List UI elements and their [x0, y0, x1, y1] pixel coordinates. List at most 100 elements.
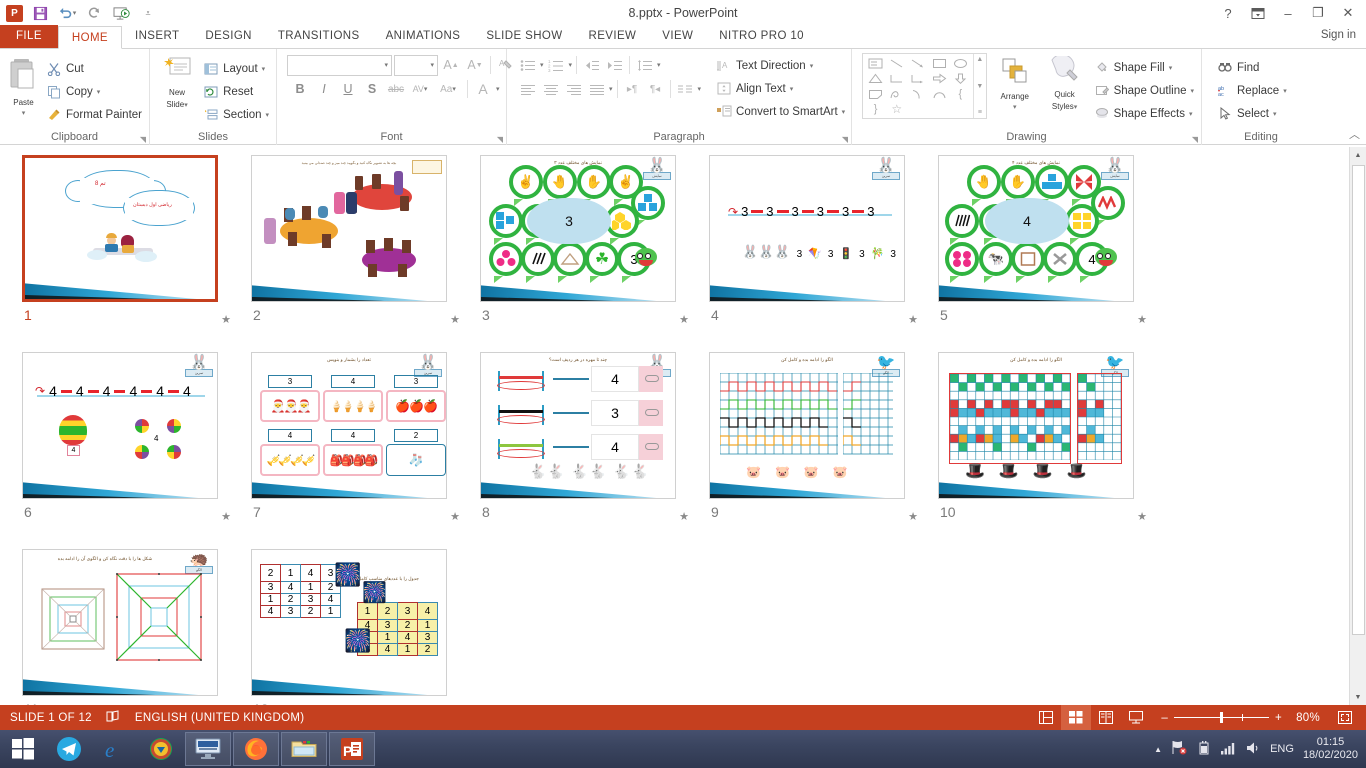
cut-button[interactable]: Cut	[43, 57, 145, 80]
decrease-indent-button[interactable]	[581, 55, 602, 76]
slide-show-button[interactable]	[1121, 705, 1151, 730]
italic-button[interactable]: I	[313, 78, 335, 100]
normal-view-button[interactable]	[1031, 705, 1061, 730]
shape-right-brace-icon[interactable]: }	[865, 102, 886, 116]
telegram-icon[interactable]	[46, 730, 92, 768]
restore-button[interactable]: ❐	[1304, 2, 1332, 24]
format-painter-button[interactable]: Format Painter	[43, 103, 145, 126]
change-case-button[interactable]: Aa▾	[433, 78, 463, 100]
align-right-button[interactable]	[563, 79, 584, 100]
decrease-font-size-button[interactable]: A▼	[464, 54, 486, 76]
onscreen-keyboard-icon[interactable]	[185, 732, 231, 766]
slide-canvas-1[interactable]: تم 8 ریاضی اول دبستان	[22, 155, 218, 302]
slide-thumbnail-10[interactable]: الگو را ادامه بده و کامل کن 🐦الگو	[938, 352, 1167, 549]
powerpoint-icon[interactable]: P	[329, 732, 375, 766]
slide-sorter-pane[interactable]: تم 8 ریاضی اول دبستان	[0, 147, 1366, 705]
text-direction-button[interactable]: A Text Direction ▾	[713, 54, 848, 77]
convert-to-smartart-button[interactable]: Convert to SmartArt ▾	[713, 100, 848, 123]
ltr-text-direction-button[interactable]: ▸¶	[622, 79, 643, 100]
zoom-control[interactable]: – + 80%	[1151, 712, 1330, 724]
convert-to-smartart-dropdown-arrow[interactable]: ▾	[842, 108, 846, 116]
shape-scribble-icon[interactable]	[886, 87, 907, 102]
idm-icon[interactable]	[138, 730, 184, 768]
sign-in-link[interactable]: Sign in	[1321, 29, 1356, 41]
columns-button[interactable]	[675, 79, 696, 100]
language-indicator-taskbar[interactable]: ENG	[1270, 743, 1294, 755]
numbering-button[interactable]: 123	[546, 55, 567, 76]
justify-dropdown-arrow[interactable]: ▾	[609, 85, 613, 93]
tab-transitions[interactable]: TRANSITIONS	[265, 25, 373, 48]
arrange-dropdown-arrow[interactable]: ▾	[1013, 103, 1017, 111]
shapes-scroll-up-icon[interactable]: ▲	[976, 56, 983, 63]
slide-animation-star-4[interactable]: ★	[908, 313, 918, 326]
rtl-text-direction-button[interactable]: ¶◂	[645, 79, 666, 100]
shapes-gallery-scroll[interactable]: ▲ ▼ ≡	[973, 54, 986, 118]
font-size-input[interactable]: ▾	[394, 55, 438, 76]
slide-canvas-7[interactable]: تعداد را بشمار و بنویس 🐰تمرین 3 🎅🎅🎅 4 🍦🍦…	[251, 352, 447, 499]
slide-canvas-8[interactable]: چند تا مهره در هر ردیف است؟ 🐰تمرین	[480, 352, 676, 499]
shape-folded-corner-icon[interactable]	[865, 87, 886, 102]
copy-dropdown-arrow[interactable]: ▾	[97, 88, 101, 96]
slide-canvas-11[interactable]: شکل ها را با دقت نگاه کن و الگوی آن را ا…	[22, 549, 218, 696]
select-button[interactable]: Select ▾	[1214, 102, 1290, 125]
shape-rectangle-icon[interactable]	[929, 56, 950, 71]
slide-canvas-10[interactable]: الگو را ادامه بده و کامل کن 🐦الگو	[938, 352, 1134, 499]
tab-home[interactable]: HOME	[58, 26, 122, 49]
slide-thumbnail-1[interactable]: تم 8 ریاضی اول دبستان	[22, 155, 251, 352]
windows-start-button[interactable]	[0, 730, 46, 768]
zoom-slider[interactable]	[1174, 717, 1269, 718]
text-shadow-button[interactable]: S	[361, 78, 383, 100]
increase-indent-button[interactable]	[604, 55, 625, 76]
nested-squares-large-11[interactable]	[115, 572, 203, 665]
slide-animation-star-3[interactable]: ★	[679, 313, 689, 326]
start-slideshow-icon[interactable]	[111, 3, 131, 23]
align-center-button[interactable]	[540, 79, 561, 100]
section-dropdown-arrow[interactable]: ▾	[265, 111, 269, 119]
shape-right-arrow-icon[interactable]	[929, 71, 950, 86]
slide-thumbnail-4[interactable]: 🐰تمرین ↷ 3 3 3 3 3 3	[709, 155, 938, 352]
align-left-button[interactable]	[517, 79, 538, 100]
firefox-icon[interactable]	[233, 732, 279, 766]
slide-animation-star-5[interactable]: ★	[1137, 313, 1147, 326]
section-button[interactable]: Section ▾	[200, 103, 272, 126]
slide-thumbnail-7[interactable]: تعداد را بشمار و بنویس 🐰تمرین 3 🎅🎅🎅 4 🍦🍦…	[251, 352, 480, 549]
scrollbar-thumb[interactable]	[1352, 165, 1365, 635]
new-slide-button[interactable]: New Slide▾	[154, 53, 200, 112]
shape-elbow-arrow-icon[interactable]	[907, 71, 928, 86]
drawing-dialog-launcher[interactable]: ◥	[1192, 135, 1198, 144]
find-button[interactable]: Find	[1214, 56, 1290, 79]
slide-thumbnail-5[interactable]: نمایش های مختلف عدد ۴ 🐰نمایش 🤚 ✋ 🐄	[938, 155, 1167, 352]
character-spacing-button[interactable]: AV▾	[409, 78, 431, 100]
line-spacing-dropdown-arrow[interactable]: ▾	[657, 61, 661, 69]
slide-canvas-3[interactable]: نمایش های مختلف عدد ۳ 🐰نمایش ✌ 🤚 ✋ ✌	[480, 155, 676, 302]
slide-animation-star-6[interactable]: ★	[221, 510, 231, 523]
volume-icon[interactable]	[1245, 741, 1261, 758]
show-hidden-icons-icon[interactable]: ▲	[1154, 745, 1162, 754]
tab-view[interactable]: VIEW	[649, 25, 706, 48]
tab-file[interactable]: FILE	[0, 25, 58, 48]
shape-triangle-icon[interactable]	[865, 71, 886, 86]
bullets-dropdown-arrow[interactable]: ▾	[540, 61, 544, 69]
shape-outline-dropdown-arrow[interactable]: ▾	[1190, 87, 1194, 95]
bold-button[interactable]: B	[289, 78, 311, 100]
shape-left-brace-icon[interactable]: {	[950, 87, 971, 102]
slide-thumbnail-2[interactable]: بچه ها به تصویر نگاه کنید و بگویید چند م…	[251, 155, 480, 352]
shapes-more-icon[interactable]: ≡	[978, 109, 982, 116]
tab-design[interactable]: DESIGN	[192, 25, 265, 48]
tab-nitro-pro-10[interactable]: NITRO PRO 10	[706, 25, 817, 48]
reading-view-button[interactable]	[1091, 705, 1121, 730]
slide-canvas-12[interactable]: جدول را با عددهای مناسب کامل کن 2 1 4 3 …	[251, 549, 447, 696]
align-text-button[interactable]: Align Text ▾	[713, 77, 848, 100]
save-icon[interactable]	[30, 3, 50, 23]
replace-button[interactable]: abac Replace ▾	[1214, 79, 1290, 102]
slide-canvas-5[interactable]: نمایش های مختلف عدد ۴ 🐰نمایش 🤚 ✋ 🐄	[938, 155, 1134, 302]
numbering-dropdown-arrow[interactable]: ▾	[569, 61, 573, 69]
shapes-gallery[interactable]: { } ☆ ▲ ▼ ≡	[862, 53, 987, 119]
undo-icon[interactable]: ▾	[57, 3, 77, 23]
notes-icon[interactable]	[106, 710, 121, 726]
tab-insert[interactable]: INSERT	[122, 25, 192, 48]
line-spacing-button[interactable]	[634, 55, 655, 76]
copy-button[interactable]: Copy ▾	[43, 80, 145, 103]
redo-icon[interactable]	[84, 3, 104, 23]
battery-icon[interactable]	[1197, 740, 1211, 758]
